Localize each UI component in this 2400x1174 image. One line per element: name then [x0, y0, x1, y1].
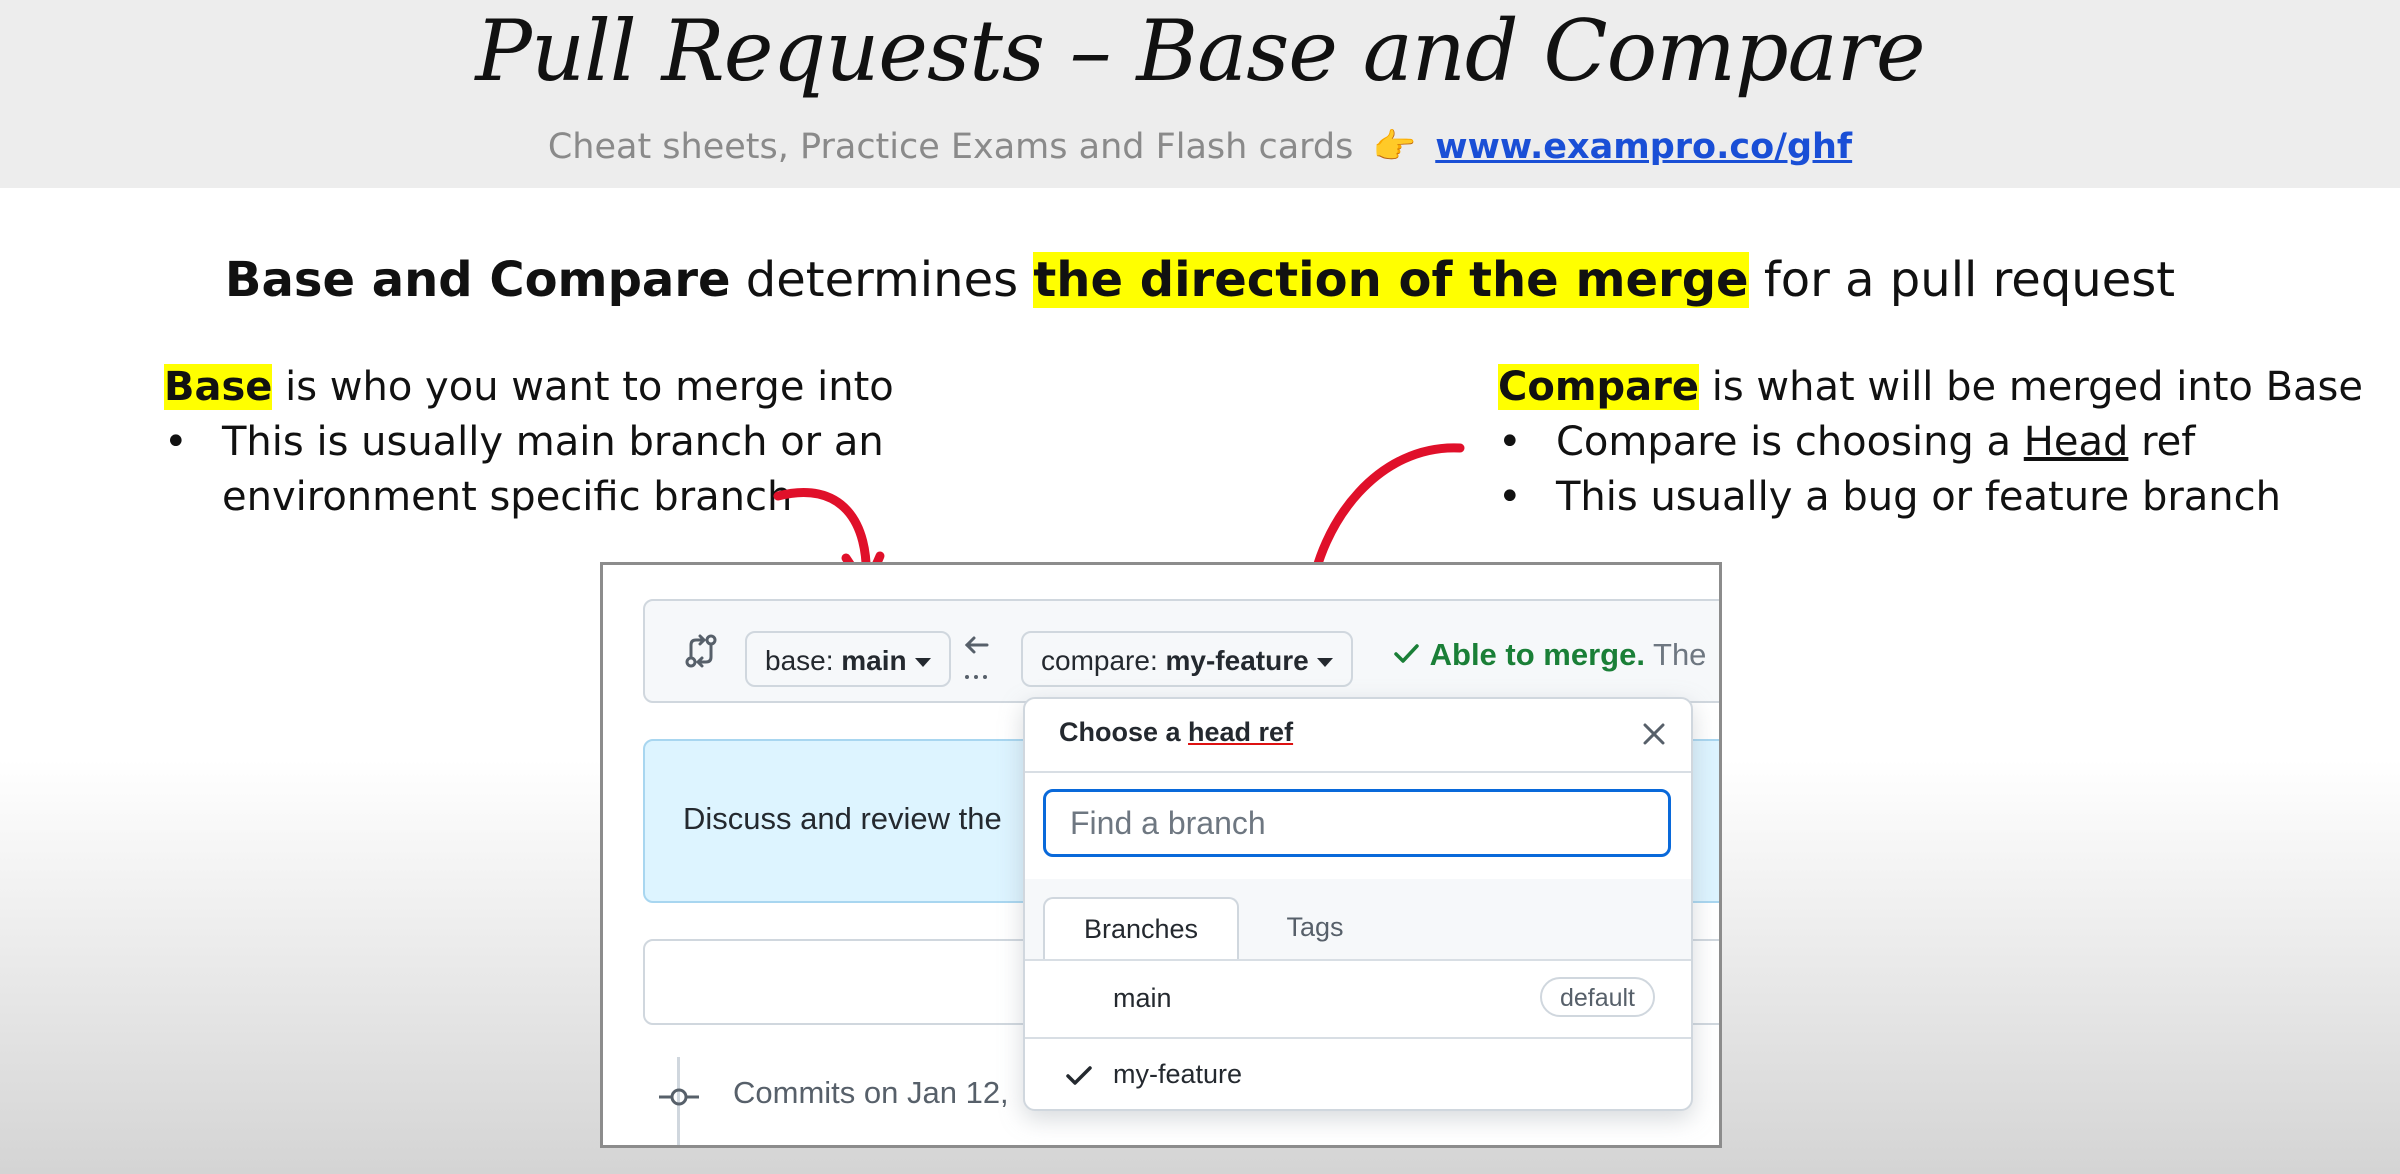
dropdown-tabs: Branches Tags — [1025, 879, 1691, 961]
dropdown-header: Choose a head ref — [1025, 699, 1691, 773]
branch-label: my-feature — [1113, 1059, 1243, 1089]
search-wrap — [1025, 773, 1691, 881]
branch-label: main — [1113, 983, 1172, 1013]
compare-bar: base: main compare: my-feature Able to m… — [643, 599, 1719, 703]
branch-item-my-feature[interactable]: my-feature — [1025, 1037, 1691, 1109]
tab-branches[interactable]: Branches — [1043, 897, 1239, 959]
arrow-left-icon — [964, 636, 989, 679]
check-icon — [1394, 644, 1419, 663]
git-compare-icon — [685, 634, 717, 668]
tab-tags[interactable]: Tags — [1255, 897, 1375, 959]
merge-status: Able to merge. The — [1391, 637, 1706, 673]
check-icon — [1066, 1066, 1092, 1085]
close-icon[interactable] — [1637, 717, 1671, 751]
default-badge: default — [1539, 977, 1655, 1017]
branch-search-input[interactable] — [1043, 789, 1671, 857]
commit-icon — [659, 1088, 699, 1106]
branch-item-main[interactable]: main default — [1025, 961, 1691, 1039]
caret-down-icon — [914, 658, 931, 668]
github-screenshot: base: main compare: my-feature Able to m… — [600, 562, 1722, 1148]
info-text: Discuss and review the — [683, 801, 1002, 836]
head-ref-dropdown: Choose a head ref Branches Tags main def… — [1023, 697, 1693, 1111]
compare-branch-select[interactable]: compare: my-feature — [1021, 631, 1353, 687]
caret-down-icon — [1316, 658, 1333, 668]
commits-heading: Commits on Jan 12, — [733, 1075, 1009, 1110]
dropdown-title: Choose a head ref — [1059, 717, 1294, 747]
base-branch-select[interactable]: base: main — [745, 631, 951, 687]
